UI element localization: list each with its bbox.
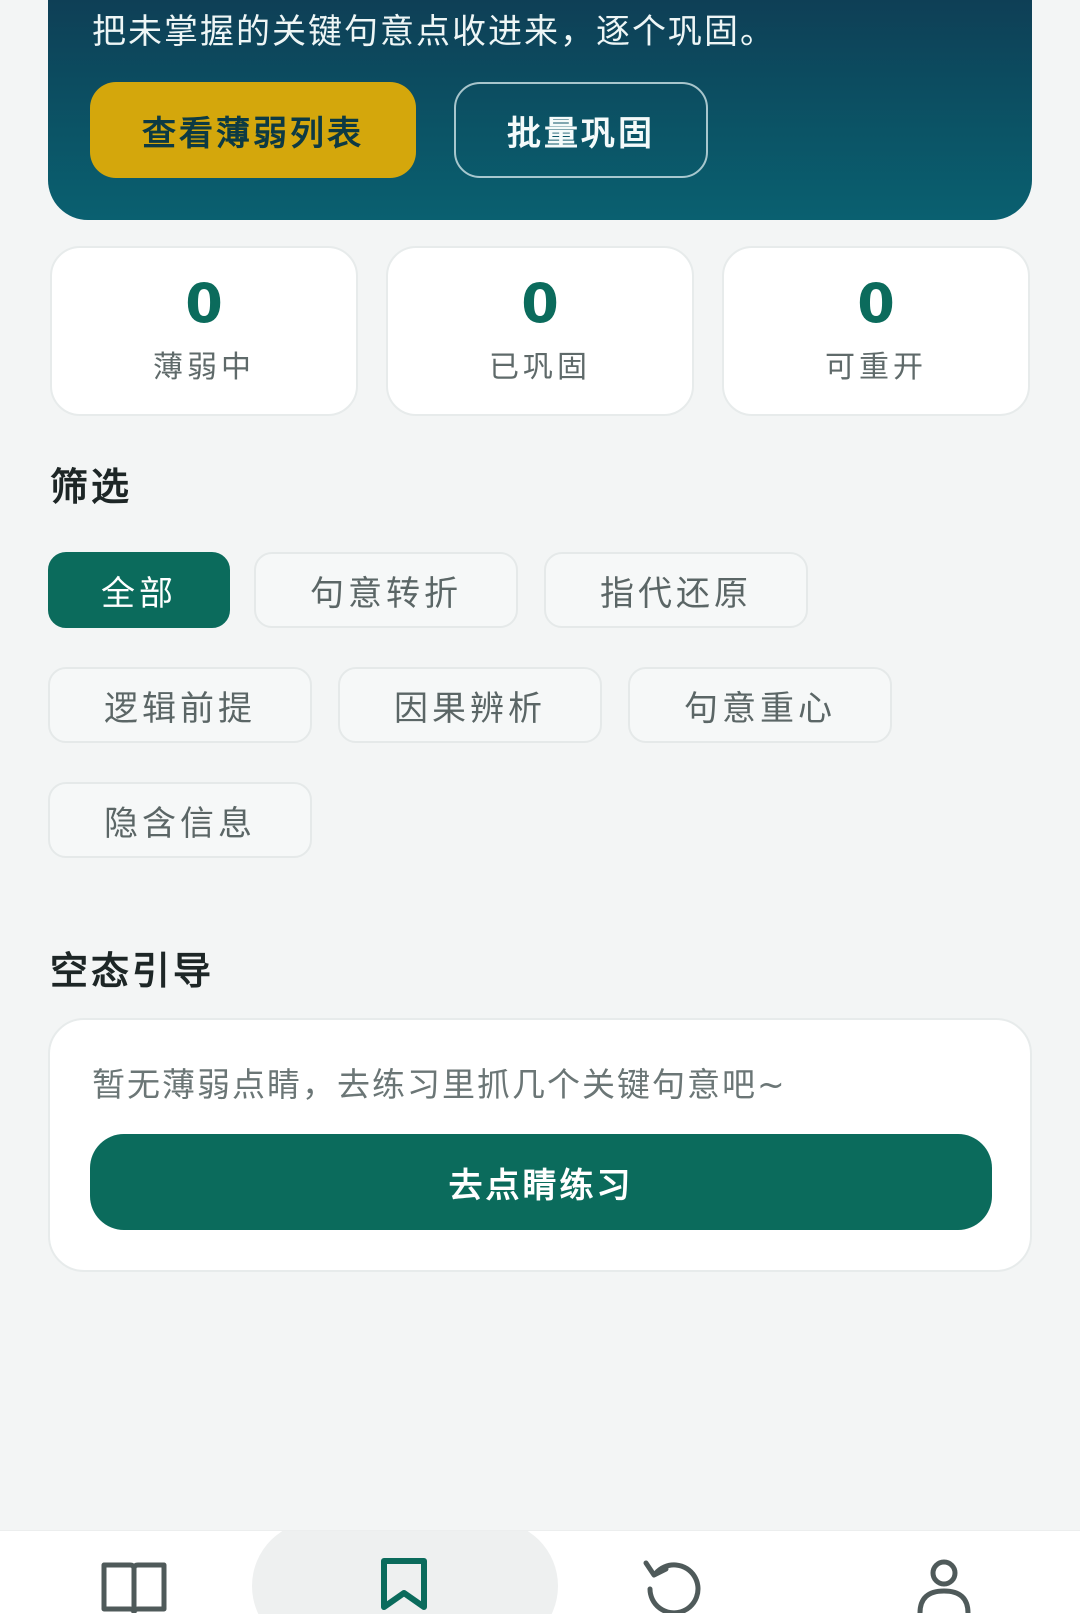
stat-label: 已巩固 bbox=[489, 350, 591, 385]
filter-chip-cause-effect[interactable]: 因果辨析 bbox=[338, 667, 602, 743]
stat-card-reopenable: 0 可重开 bbox=[722, 246, 1030, 416]
stat-card-consolidated: 0 已巩固 bbox=[386, 246, 694, 416]
bottom-nav bbox=[0, 1530, 1080, 1614]
nav-item-study[interactable] bbox=[94, 1557, 174, 1614]
nav-item-review[interactable] bbox=[634, 1557, 714, 1614]
stat-value: 0 bbox=[521, 272, 559, 335]
empty-state-card: 暂无薄弱点睛，去练习里抓几个关键句意吧~ 去点睛练习 bbox=[48, 1018, 1032, 1272]
refresh-icon bbox=[643, 1560, 701, 1613]
go-practice-button[interactable]: 去点睛练习 bbox=[90, 1134, 992, 1230]
hero-banner: 把未掌握的关键句意点收进来，逐个巩固。 查看薄弱列表 批量巩固 bbox=[48, 0, 1032, 220]
batch-consolidate-button[interactable]: 批量巩固 bbox=[454, 82, 708, 178]
filter-chip-all[interactable]: 全部 bbox=[48, 552, 230, 628]
empty-state-message: 暂无薄弱点睛，去练习里抓几个关键句意吧~ bbox=[92, 1065, 787, 1104]
stat-value: 0 bbox=[857, 272, 895, 335]
bookmark-icon bbox=[381, 1558, 427, 1610]
filter-chip-implied-info[interactable]: 隐含信息 bbox=[48, 782, 312, 858]
nav-item-profile[interactable] bbox=[904, 1557, 984, 1614]
book-icon bbox=[101, 1562, 167, 1613]
stat-label: 可重开 bbox=[825, 350, 927, 385]
hero-description: 把未掌握的关键句意点收进来，逐个巩固。 bbox=[92, 12, 776, 52]
stat-card-weak: 0 薄弱中 bbox=[50, 246, 358, 416]
filter-chip-logic-premise[interactable]: 逻辑前提 bbox=[48, 667, 312, 743]
filter-title: 筛选 bbox=[50, 465, 133, 509]
view-weak-list-button[interactable]: 查看薄弱列表 bbox=[90, 82, 416, 178]
empty-guide-title: 空态引导 bbox=[50, 949, 215, 993]
stat-label: 薄弱中 bbox=[153, 350, 255, 385]
filter-chip-sentence-focus[interactable]: 句意重心 bbox=[628, 667, 892, 743]
filter-chip-turn[interactable]: 句意转折 bbox=[254, 552, 518, 628]
user-icon bbox=[917, 1559, 971, 1613]
nav-item-weak-points[interactable] bbox=[364, 1557, 444, 1614]
filter-chip-reference[interactable]: 指代还原 bbox=[544, 552, 808, 628]
stat-value: 0 bbox=[185, 272, 223, 335]
